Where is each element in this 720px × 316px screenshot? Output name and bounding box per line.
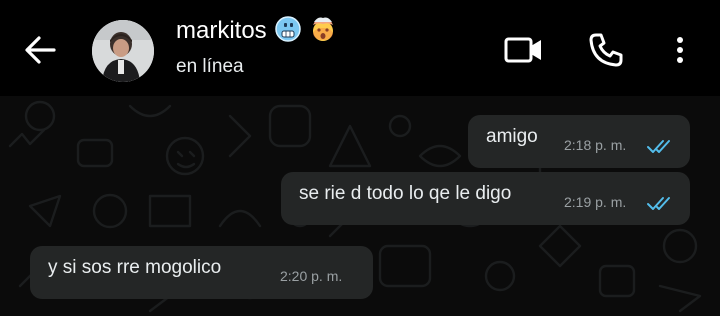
arrow-left-icon — [25, 36, 56, 64]
more-vertical-icon — [677, 37, 683, 63]
contact-photo — [92, 20, 154, 82]
message-time: 2:18 p. m. — [564, 137, 627, 153]
message-bubble-incoming[interactable]: y si sos rre mogolico 2:20 p. m. — [30, 246, 373, 299]
message-list[interactable]: amigo 2:18 p. m. se rie d todo lo qe le … — [0, 96, 720, 316]
exploding-head-emoji — [310, 16, 336, 49]
message-text: y si sos rre mogolico — [48, 257, 222, 278]
chat-header: markitos en línea — [0, 0, 720, 96]
message-text: amigo — [486, 126, 538, 147]
read-receipt-icon — [647, 140, 670, 153]
cold-face-emoji — [275, 16, 302, 49]
back-button[interactable] — [20, 30, 60, 70]
video-camera-icon — [504, 37, 541, 63]
more-options-button[interactable] — [664, 30, 696, 70]
message-time: 2:20 p. m. — [280, 268, 343, 284]
contact-status: en línea — [176, 56, 244, 77]
phone-icon — [589, 33, 623, 67]
message-text: se rie d todo lo qe le digo — [299, 183, 512, 204]
contact-name-row: markitos — [176, 16, 336, 49]
video-call-button[interactable] — [502, 30, 546, 70]
avatar[interactable] — [92, 20, 154, 82]
contact-name: markitos — [176, 17, 267, 44]
message-time: 2:19 p. m. — [564, 194, 627, 210]
message-bubble-outgoing[interactable]: amigo 2:18 p. m. — [468, 115, 690, 168]
read-receipt-icon — [647, 197, 670, 210]
voice-call-button[interactable] — [586, 30, 626, 70]
contact-info[interactable]: markitos en línea — [176, 16, 476, 86]
message-bubble-outgoing[interactable]: se rie d todo lo qe le digo 2:19 p. m. — [281, 172, 690, 225]
